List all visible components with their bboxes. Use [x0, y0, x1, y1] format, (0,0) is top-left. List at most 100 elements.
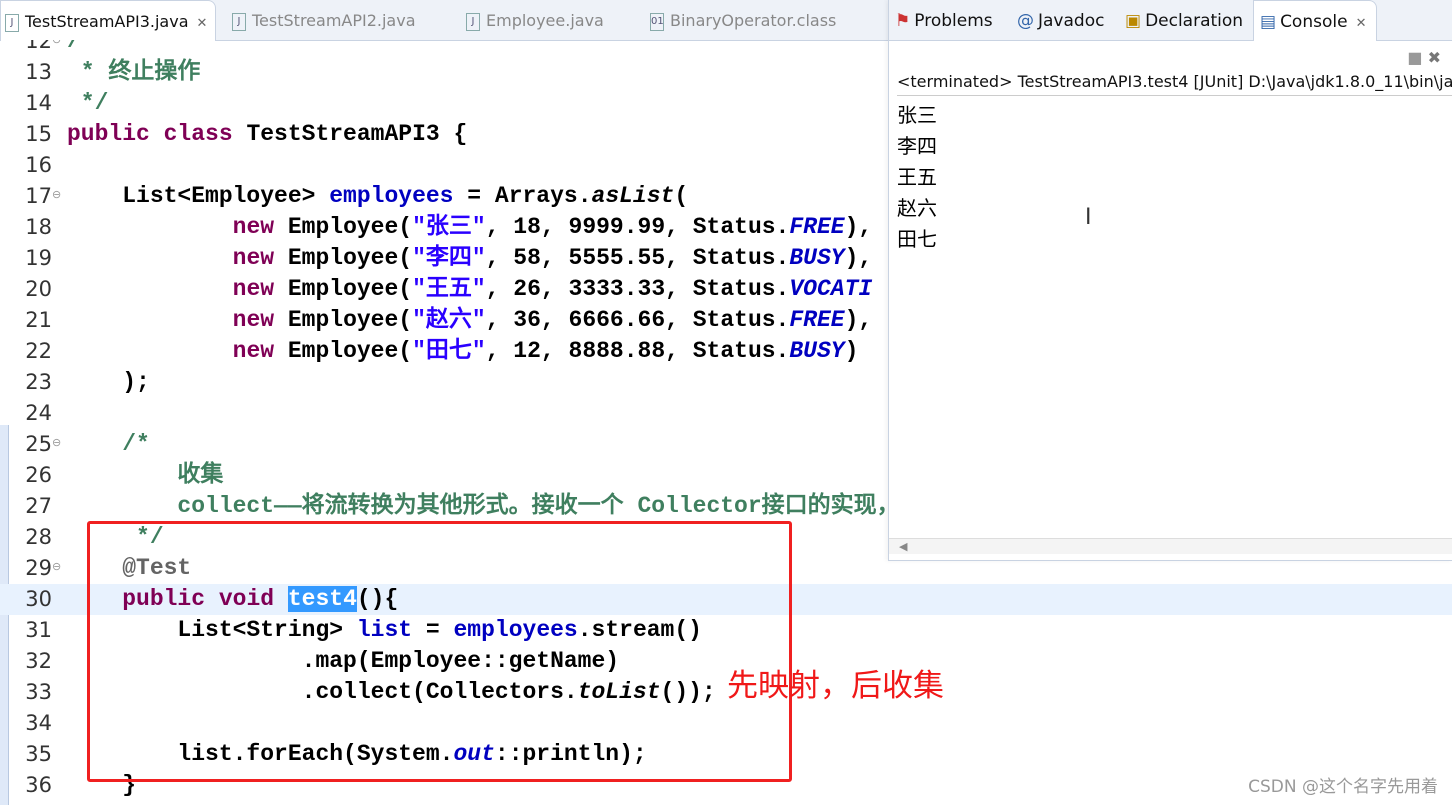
line-number: 31: [25, 618, 52, 642]
code-token: );: [67, 369, 150, 395]
line-number: 24: [25, 401, 52, 425]
terminate-icon[interactable]: ■: [1407, 48, 1422, 67]
tab-javadoc[interactable]: @ Javadoc: [1017, 0, 1104, 42]
code-token: VOCATI: [789, 276, 873, 302]
console-icon: ▤: [1260, 12, 1277, 32]
fold-toggle-icon[interactable]: ⊖: [52, 181, 61, 212]
line-number: 23: [25, 370, 52, 394]
line-number: 29: [25, 556, 52, 580]
line-number: 35: [25, 742, 52, 766]
problems-icon: ⚑: [895, 11, 911, 31]
fold-toggle-icon[interactable]: ⊖: [52, 429, 61, 460]
line-number: 17: [25, 184, 52, 208]
code-token: FREE: [789, 214, 845, 240]
console-panel: ⚑ Problems @ Javadoc ▣ Declaration ▤ Console…: [888, 0, 1452, 561]
code-token: Employee(: [274, 307, 413, 333]
code-token: TestStreamAPI3 {: [246, 121, 468, 147]
line-number: 32: [25, 649, 52, 673]
console-line: 田七: [897, 227, 937, 251]
line-number: 16: [25, 153, 52, 177]
class-file-icon: 01: [650, 12, 664, 31]
line-number: 22: [25, 339, 52, 363]
code-token: /*: [67, 40, 95, 54]
tab-label: Employee.java: [486, 11, 604, 30]
tab-label: Console: [1280, 12, 1348, 32]
remove-launch-icon[interactable]: ✖: [1428, 48, 1441, 67]
console-line: 王五: [897, 165, 937, 189]
line-number: 36: [25, 773, 52, 797]
console-line: 张三: [897, 103, 937, 127]
line-number: 13: [25, 60, 52, 84]
tab-problems[interactable]: ⚑ Problems: [895, 0, 993, 42]
line-number: 27: [25, 494, 52, 518]
java-file-icon: J: [5, 13, 19, 32]
code-token: collect——将流转换为其他形式。接收一个 Collector接口的实现，: [67, 493, 900, 519]
code-text: 收集: [67, 460, 223, 491]
code-token: "李四": [412, 245, 486, 271]
line-number: 15: [25, 122, 52, 146]
tab-console[interactable]: ▤ Console ✕: [1253, 0, 1378, 41]
code-token: employees: [329, 183, 454, 209]
line-number: 33: [25, 680, 52, 704]
code-token: Employee(: [274, 245, 413, 271]
code-token: ),: [844, 245, 873, 271]
code-token: /*: [67, 431, 150, 457]
horizontal-scrollbar[interactable]: ◀: [889, 538, 1452, 554]
console-status: <terminated> TestStreamAPI3.test4 [JUnit…: [897, 72, 1452, 96]
code-text: List<Employee> employees = Arrays.asList…: [67, 181, 688, 212]
code-text: collect——将流转换为其他形式。接收一个 Collector接口的实现，: [67, 491, 900, 522]
close-icon[interactable]: ✕: [1356, 16, 1367, 31]
text-cursor-icon: I: [1085, 205, 1092, 230]
code-text: new Employee("张三", 18, 9999.99, Status.F…: [67, 212, 873, 243]
code-token: "田七": [412, 338, 486, 364]
code-text: new Employee("赵六", 36, 6666.66, Status.F…: [67, 305, 873, 336]
tab-employee[interactable]: J Employee.java: [462, 0, 604, 40]
code-token: BUSY: [789, 245, 845, 271]
line-number: 28: [25, 525, 52, 549]
fold-toggle-icon[interactable]: ⊖: [52, 553, 61, 584]
code-text: */: [67, 88, 109, 119]
close-icon[interactable]: ✕: [197, 16, 208, 31]
tab-teststreamapi2[interactable]: J TestStreamAPI2.java: [228, 0, 416, 40]
console-line: 李四: [897, 134, 937, 158]
line-number: 30: [25, 587, 52, 611]
line-number: 34: [25, 711, 52, 735]
tab-label: Javadoc: [1038, 11, 1105, 31]
declaration-icon: ▣: [1125, 11, 1142, 31]
code-token: new: [232, 214, 275, 240]
editor-tab-bar: J TestStreamAPI3.java ✕ J TestStreamAPI2.ja…: [0, 0, 888, 41]
tab-binaryoperator[interactable]: 01 BinaryOperator.class: [646, 0, 836, 40]
code-token: */: [67, 90, 109, 116]
code-token: * 终止操作: [67, 59, 201, 85]
code-text: new Employee("王五", 26, 3333.33, Status.V…: [67, 274, 873, 305]
code-token: ),: [844, 307, 873, 333]
code-token: asList: [591, 183, 675, 209]
line-number: 18: [25, 215, 52, 239]
tab-declaration[interactable]: ▣ Declaration: [1125, 0, 1243, 42]
console-toolbar: ■ ✖: [1407, 48, 1441, 67]
fold-toggle-icon[interactable]: ⊖: [52, 40, 61, 57]
line-number: 21: [25, 308, 52, 332]
code-text: new Employee("田七", 12, 8888.88, Status.B…: [67, 336, 859, 367]
console-output[interactable]: 张三 李四 王五 赵六 田七: [897, 100, 937, 255]
code-token: Employee(: [274, 214, 413, 240]
code-token: "赵六": [412, 307, 486, 333]
watermark: CSDN @这个名字先用着: [1248, 777, 1438, 797]
code-token: "王五": [412, 276, 486, 302]
tab-teststreamapi3[interactable]: J TestStreamAPI3.java ✕: [0, 0, 217, 41]
line-number: 19: [25, 246, 52, 270]
line-number: 26: [25, 463, 52, 487]
code-token: , 12, 8888.88, Status.: [485, 338, 790, 364]
code-token: new: [232, 338, 275, 364]
tab-label: TestStreamAPI3.java: [25, 12, 189, 31]
line-number: 12: [25, 40, 52, 53]
highlight-box: [87, 521, 792, 782]
tab-label: Declaration: [1145, 11, 1244, 31]
code-token: , 26, 3333.33, Status.: [485, 276, 790, 302]
code-token: new: [232, 276, 275, 302]
tab-label: Problems: [914, 11, 993, 31]
code-token: = Arrays.: [453, 183, 592, 209]
code-token: Employee(: [274, 276, 413, 302]
